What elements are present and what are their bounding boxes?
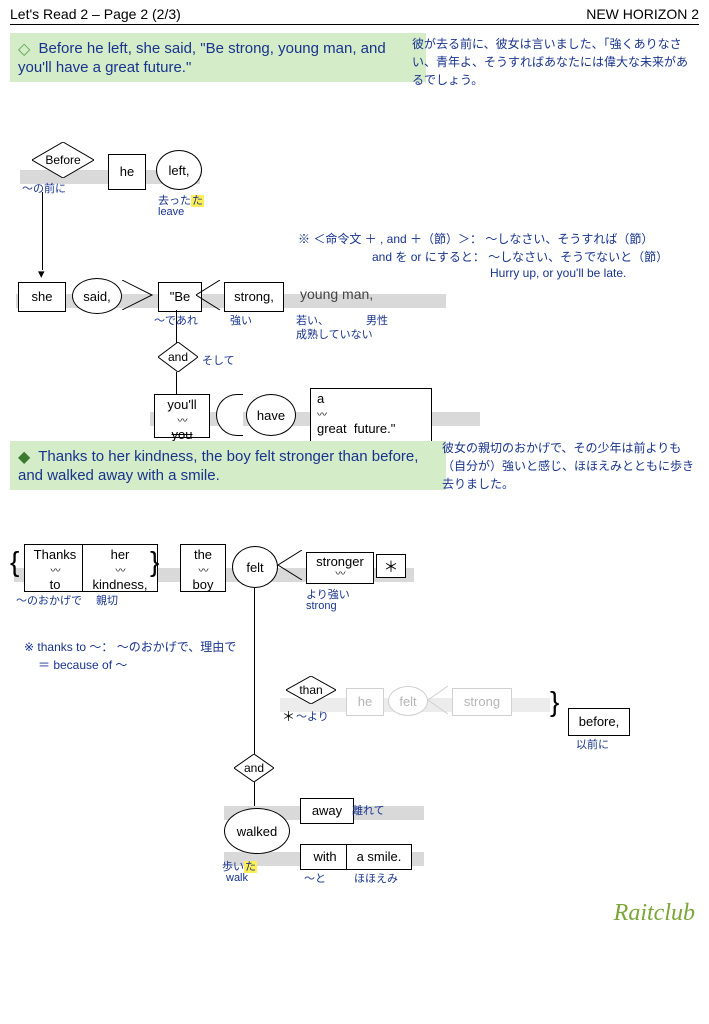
strong-box: strong,: [224, 282, 284, 312]
sentence-2-text: Thanks to her kindness, the boy felt str…: [18, 448, 418, 484]
he-faded-box: he: [346, 688, 384, 716]
young-man: young man,: [300, 286, 373, 302]
sentence-2-bar: ◆ Thanks to her kindness, the boy felt s…: [10, 441, 446, 490]
page: Let's Read 2 – Page 2 (2/3) NEW HORIZON …: [0, 0, 709, 933]
header-left: Let's Read 2 – Page 2 (2/3): [10, 6, 181, 22]
smile-ann: ほほえみ: [354, 870, 398, 886]
header-right: NEW HORIZON 2: [586, 6, 699, 22]
and-diamond-1: and: [158, 342, 198, 372]
page-header: Let's Read 2 – Page 2 (2/3) NEW HORIZON …: [10, 4, 699, 25]
grammar-note-1: ※ ＜命令文 ＋ , and ＋（節）＞： 〜しなさい、そうすれば（節）: [298, 230, 678, 247]
have-oval: have: [246, 394, 296, 436]
asterisk-2: ＊: [282, 706, 295, 725]
left-oval: left,: [156, 150, 202, 190]
and-diamond-2: and: [234, 754, 274, 782]
diamond-solid-icon: ◆: [18, 449, 30, 466]
than-diamond: than: [286, 676, 336, 704]
young-ann3: 成熟していない: [296, 326, 373, 342]
diagram-2: { Thanks〰to 〜のおかげで her〰kindness, 親切 } th…: [10, 490, 690, 910]
smile-box: a smile.: [346, 844, 412, 870]
with-ann: 〜と: [304, 870, 326, 886]
away-box: away: [300, 798, 354, 824]
before-annotation: 〜の前に: [22, 180, 66, 196]
sentence-1-text: Before he left, she said, "Be strong, yo…: [18, 40, 386, 76]
grammar-note-2: and を or にすると： 〜しなさい、そうでないと（節）: [372, 248, 672, 265]
youll-box: you'll 〰 you: [154, 394, 210, 438]
footer-logo: Raitclub: [614, 900, 695, 927]
and-ann: そして: [202, 352, 235, 368]
thanks-note-1: ※ thanks to 〜： 〜のおかげで、理由で: [24, 638, 236, 655]
left-ann2: leave: [158, 206, 184, 218]
walk-ann2: walk: [226, 872, 248, 884]
sentence-1-bar: ◇ Before he left, she said, "Be strong, …: [10, 33, 426, 82]
asterisk-box: ＊: [376, 554, 406, 578]
before-box: before,: [568, 708, 630, 736]
felt-oval: felt: [232, 546, 278, 588]
section-2: ◆ Thanks to her kindness, the boy felt s…: [10, 433, 699, 893]
arrow-down-icon: ▾: [38, 266, 45, 282]
strong-ann: 強い: [230, 312, 252, 328]
sentence-1-translation: 彼が去る前に、彼女は言いました、「強くありなさい、青年よ、そうすればあなたには偉…: [412, 35, 692, 89]
section-1: ◇ Before he left, she said, "Be strong, …: [10, 25, 699, 425]
walked-oval: walked: [224, 808, 290, 854]
stronger-ann2: strong: [306, 600, 337, 612]
she-box: she: [18, 282, 66, 312]
away-ann: 離れて: [352, 802, 385, 818]
sentence-2-translation: 彼女の親切のおかげで、その少年は前よりも（自分が）強いと感じ、ほほえみとともに歩…: [442, 439, 697, 493]
before-ann: 以前に: [576, 736, 609, 752]
thanks-ann: 〜のおかげで: [16, 592, 82, 608]
diamond-icon: ◇: [18, 41, 30, 58]
kindness-box: her〰kindness,: [82, 544, 158, 592]
he-box: he: [108, 154, 146, 190]
than-ann: 〜より: [296, 708, 329, 724]
felt-faded-oval: felt: [388, 686, 428, 716]
stronger-box: stronger〰: [306, 552, 374, 584]
before-diamond: Before: [32, 142, 94, 178]
kindness-ann: 親切: [96, 592, 118, 608]
said-oval: said,: [72, 278, 122, 314]
thanks-box: Thanks〰to: [24, 544, 86, 592]
boy-box: the〰boy: [180, 544, 226, 592]
grammar-note-3: Hurry up, or you'll be late.: [490, 266, 626, 280]
thanks-note-2: ＝ because of 〜: [38, 656, 127, 673]
strong-faded-box: strong: [452, 688, 512, 716]
with-box: with: [300, 844, 350, 870]
